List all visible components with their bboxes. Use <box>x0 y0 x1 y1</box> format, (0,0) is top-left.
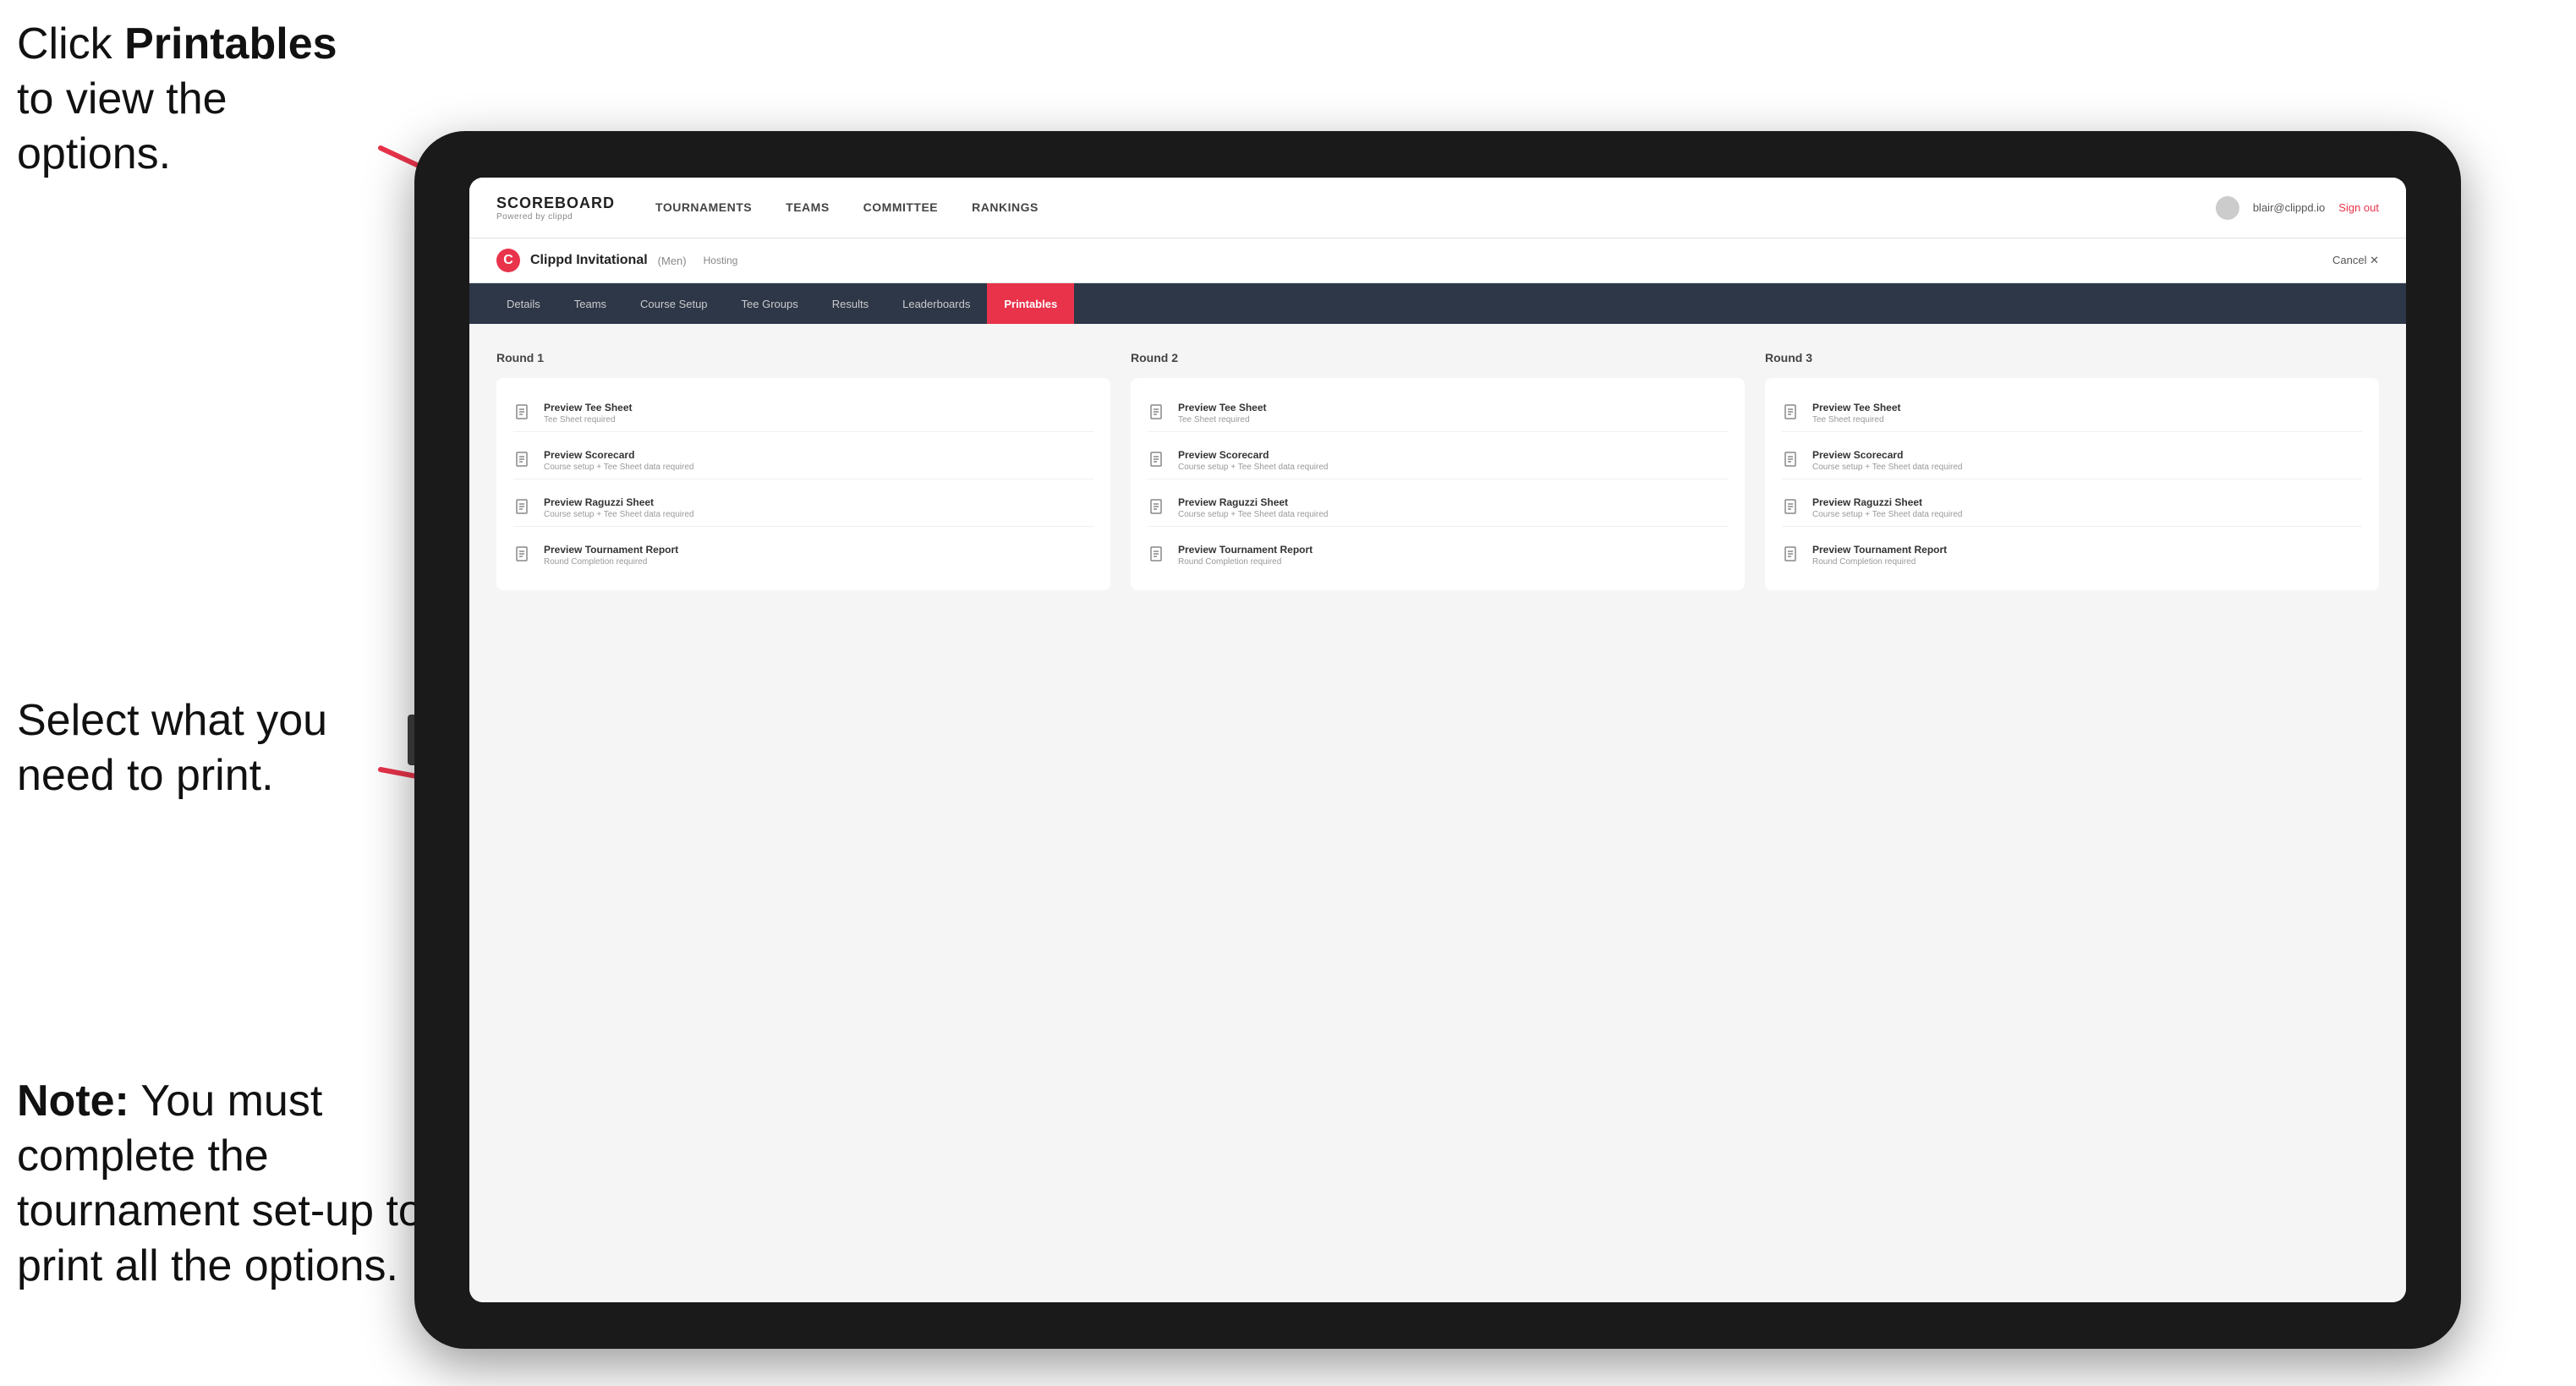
r1-report-title: Preview Tournament Report <box>544 544 678 556</box>
round-1-column: Round 1 Preview Tee Sheet Tee <box>496 351 1110 590</box>
document-icon <box>1782 498 1802 518</box>
document-icon <box>513 545 534 566</box>
r2-tee-sheet-subtitle: Tee Sheet required <box>1178 415 1267 425</box>
round-1-label: Round 1 <box>496 351 1110 364</box>
r2-raguzzi-title: Preview Raguzzi Sheet <box>1178 496 1328 508</box>
logo-title: SCOREBOARD <box>496 194 615 212</box>
document-icon <box>1782 403 1802 424</box>
document-icon <box>1148 403 1168 424</box>
r1-tournament-report[interactable]: Preview Tournament Report Round Completi… <box>513 537 1093 573</box>
tablet-screen: SCOREBOARD Powered by clippd TOURNAMENTS… <box>469 178 2406 1302</box>
scoreboard-logo: SCOREBOARD Powered by clippd <box>496 194 615 222</box>
round-2-column: Round 2 Preview Tee Sheet Tee <box>1131 351 1745 590</box>
r3-raguzzi-subtitle: Course setup + Tee Sheet data required <box>1812 510 1962 519</box>
r1-scorecard[interactable]: Preview Scorecard Course setup + Tee She… <box>513 442 1093 479</box>
r1-raguzzi-title: Preview Raguzzi Sheet <box>544 496 693 508</box>
r2-tournament-report[interactable]: Preview Tournament Report Round Completi… <box>1148 537 1728 573</box>
nav-rankings[interactable]: RANKINGS <box>972 197 1039 219</box>
round-2-card: Preview Tee Sheet Tee Sheet required <box>1131 378 1745 590</box>
document-icon <box>1148 451 1168 471</box>
tab-details[interactable]: Details <box>490 283 557 324</box>
r2-scorecard-subtitle: Course setup + Tee Sheet data required <box>1178 463 1328 472</box>
sub-header-left: C Clippd Invitational (Men) Hosting <box>496 249 737 272</box>
user-email: blair@clippd.io <box>2253 201 2325 214</box>
r2-raguzzi[interactable]: Preview Raguzzi Sheet Course setup + Tee… <box>1148 490 1728 527</box>
sign-out-link[interactable]: Sign out <box>2338 201 2379 214</box>
r1-scorecard-subtitle: Course setup + Tee Sheet data required <box>544 463 693 472</box>
tab-course-setup[interactable]: Course Setup <box>623 283 725 324</box>
top-nav: SCOREBOARD Powered by clippd TOURNAMENTS… <box>469 178 2406 238</box>
annotation-middle: Select what you need to print. <box>17 693 372 803</box>
sub-header: C Clippd Invitational (Men) Hosting Canc… <box>469 238 2406 283</box>
r1-tee-sheet[interactable]: Preview Tee Sheet Tee Sheet required <box>513 395 1093 432</box>
document-icon <box>1148 498 1168 518</box>
document-icon <box>513 498 534 518</box>
cancel-button[interactable]: Cancel ✕ <box>2332 254 2379 267</box>
rounds-grid: Round 1 Preview Tee Sheet Tee <box>496 351 2379 590</box>
tablet-device: SCOREBOARD Powered by clippd TOURNAMENTS… <box>414 131 2461 1349</box>
r2-report-title: Preview Tournament Report <box>1178 544 1313 556</box>
r3-raguzzi-title: Preview Raguzzi Sheet <box>1812 496 1962 508</box>
hosting-badge: Hosting <box>704 255 738 266</box>
nav-committee[interactable]: COMMITTEE <box>863 197 939 219</box>
document-icon <box>513 451 534 471</box>
r3-tee-sheet-subtitle: Tee Sheet required <box>1812 415 1901 425</box>
r3-scorecard[interactable]: Preview Scorecard Course setup + Tee She… <box>1782 442 2362 479</box>
avatar <box>2216 196 2239 220</box>
r1-report-subtitle: Round Completion required <box>544 557 678 567</box>
annotation-bottom: Note: You must complete the tournament s… <box>17 1074 423 1294</box>
annotation-bottom-text: Note: You must complete the tournament s… <box>17 1076 423 1290</box>
top-nav-right: blair@clippd.io Sign out <box>2216 196 2379 220</box>
main-content: Round 1 Preview Tee Sheet Tee <box>469 324 2406 1302</box>
tab-results[interactable]: Results <box>815 283 885 324</box>
tab-printables[interactable]: Printables <box>987 283 1074 324</box>
r3-raguzzi[interactable]: Preview Raguzzi Sheet Course setup + Tee… <box>1782 490 2362 527</box>
round-3-label: Round 3 <box>1765 351 2379 364</box>
tablet-side-button <box>408 715 414 765</box>
r1-scorecard-title: Preview Scorecard <box>544 449 693 461</box>
r2-tee-sheet-title: Preview Tee Sheet <box>1178 402 1267 414</box>
r2-raguzzi-subtitle: Course setup + Tee Sheet data required <box>1178 510 1328 519</box>
r1-raguzzi-subtitle: Course setup + Tee Sheet data required <box>544 510 693 519</box>
document-icon <box>1782 545 1802 566</box>
r1-raguzzi[interactable]: Preview Raguzzi Sheet Course setup + Tee… <box>513 490 1093 527</box>
r3-scorecard-title: Preview Scorecard <box>1812 449 1962 461</box>
clippd-logo: C <box>496 249 520 272</box>
tab-teams[interactable]: Teams <box>557 283 623 324</box>
tab-bar: Details Teams Course Setup Tee Groups Re… <box>469 283 2406 324</box>
tab-tee-groups[interactable]: Tee Groups <box>725 283 815 324</box>
r3-report-title: Preview Tournament Report <box>1812 544 1947 556</box>
round-3-card: Preview Tee Sheet Tee Sheet required <box>1765 378 2379 590</box>
round-3-column: Round 3 Preview Tee Sheet Tee <box>1765 351 2379 590</box>
r2-report-subtitle: Round Completion required <box>1178 557 1313 567</box>
annotation-middle-text: Select what you need to print. <box>17 696 327 800</box>
r3-tee-sheet[interactable]: Preview Tee Sheet Tee Sheet required <box>1782 395 2362 432</box>
r2-scorecard[interactable]: Preview Scorecard Course setup + Tee She… <box>1148 442 1728 479</box>
logo-subtitle: Powered by clippd <box>496 212 615 222</box>
tournament-division: (Men) <box>658 255 687 267</box>
r1-tee-sheet-subtitle: Tee Sheet required <box>544 415 633 425</box>
top-nav-links: TOURNAMENTS TEAMS COMMITTEE RANKINGS <box>655 197 2216 219</box>
document-icon <box>513 403 534 424</box>
document-icon <box>1782 451 1802 471</box>
tab-leaderboards[interactable]: Leaderboards <box>885 283 987 324</box>
r3-tournament-report[interactable]: Preview Tournament Report Round Completi… <box>1782 537 2362 573</box>
r2-tee-sheet[interactable]: Preview Tee Sheet Tee Sheet required <box>1148 395 1728 432</box>
tournament-name: Clippd Invitational <box>530 253 648 268</box>
annotation-top-text: Click Printables to view the options. <box>17 19 337 178</box>
r2-scorecard-title: Preview Scorecard <box>1178 449 1328 461</box>
annotation-top: Click Printables to view the options. <box>17 17 372 182</box>
round-1-card: Preview Tee Sheet Tee Sheet required <box>496 378 1110 590</box>
round-2-label: Round 2 <box>1131 351 1745 364</box>
nav-teams[interactable]: TEAMS <box>786 197 830 219</box>
r3-scorecard-subtitle: Course setup + Tee Sheet data required <box>1812 463 1962 472</box>
r1-tee-sheet-title: Preview Tee Sheet <box>544 402 633 414</box>
r3-tee-sheet-title: Preview Tee Sheet <box>1812 402 1901 414</box>
document-icon <box>1148 545 1168 566</box>
nav-tournaments[interactable]: TOURNAMENTS <box>655 197 752 219</box>
r3-report-subtitle: Round Completion required <box>1812 557 1947 567</box>
